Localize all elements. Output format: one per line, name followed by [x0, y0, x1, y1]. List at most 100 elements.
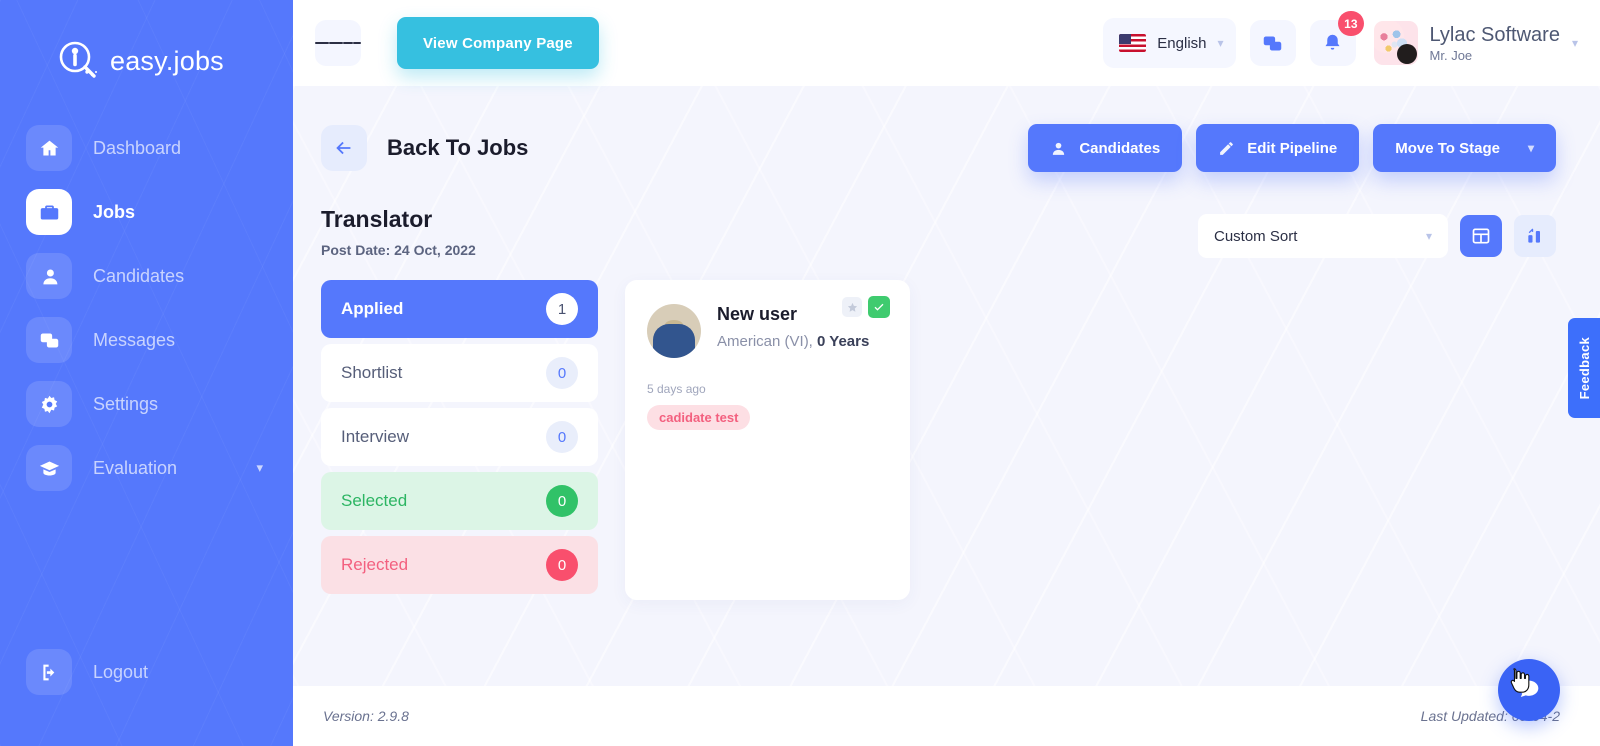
stage-shortlist[interactable]: Shortlist 0 — [321, 344, 598, 402]
grid-view-button[interactable] — [1460, 215, 1502, 257]
candidate-experience: 0 Years — [817, 333, 870, 350]
button-label: Move To Stage — [1395, 139, 1500, 157]
topbar-right: English ▾ 13 Lylac Software Mr. Joe ▾ — [1103, 11, 1578, 68]
user-icon — [1053, 142, 1065, 155]
chat-fab-button[interactable] — [1498, 659, 1560, 721]
stage-label: Interview — [341, 427, 410, 446]
logout-section: Logout — [0, 640, 293, 746]
arrow-left-icon — [336, 141, 351, 155]
stage-selected[interactable]: Selected 0 — [321, 472, 598, 530]
sidebar-item-jobs[interactable]: Jobs — [0, 180, 293, 244]
stage-label: Applied — [341, 299, 404, 318]
job-post-date: Post Date: 24 Oct, 2022 — [321, 242, 476, 258]
candidate-meta: American (VI), 0 Years — [717, 333, 869, 350]
candidates-button[interactable]: Candidates — [1028, 124, 1183, 172]
stage-count: 0 — [546, 357, 578, 389]
move-to-stage-button[interactable]: Move To Stage ▾ — [1373, 124, 1556, 172]
home-icon — [26, 125, 72, 171]
sidebar: easy.jobs Dashboard Jobs Candidates Mess… — [0, 0, 293, 746]
button-label: Edit Pipeline — [1247, 139, 1338, 157]
stage-label: Shortlist — [341, 363, 403, 382]
sidebar-item-settings[interactable]: Settings — [0, 372, 293, 436]
briefcase-icon — [26, 189, 72, 235]
stage-list: Applied 1 Shortlist 0 Interview 0 Select… — [321, 280, 598, 600]
stage-count: 1 — [546, 293, 578, 325]
sort-select[interactable]: Custom Sort ▾ — [1198, 214, 1448, 258]
profile-company: Lylac Software — [1429, 23, 1560, 46]
brand-name: easy.jobs — [110, 45, 224, 76]
stage-label: Selected — [341, 491, 408, 510]
chevron-down-icon[interactable]: ▾ — [256, 460, 263, 476]
check-icon[interactable] — [868, 296, 890, 318]
chart-view-icon — [1528, 228, 1540, 243]
hamburger-icon[interactable] — [315, 20, 361, 66]
edit-pipeline-button[interactable]: Edit Pipeline — [1196, 124, 1360, 172]
sidebar-label: Settings — [93, 393, 159, 414]
stage-count: 0 — [546, 421, 578, 453]
page-header: Back To Jobs Candidates Edit Pipeline Mo… — [321, 124, 1556, 172]
sidebar-label: Logout — [93, 661, 149, 682]
job-title: Translator — [321, 206, 433, 232]
pencil-icon — [1220, 141, 1234, 155]
candidate-tag: cadidate test — [647, 405, 751, 430]
chevron-down-icon: ▾ — [1217, 36, 1224, 50]
content: Back To Jobs Candidates Edit Pipeline Mo… — [293, 86, 1600, 686]
profile-text: Lylac Software Mr. Joe — [1430, 24, 1560, 63]
stage-interview[interactable]: Interview 0 — [321, 408, 598, 466]
feedback-tab[interactable]: Feedback — [1568, 318, 1600, 418]
candidate-card[interactable]: New user American (VI), 0 Years 5 days a… — [625, 280, 910, 600]
sidebar-item-candidates[interactable]: Candidates — [0, 244, 293, 308]
messages-button[interactable] — [1249, 20, 1296, 66]
language-label: English — [1157, 34, 1207, 52]
candidate-time: 5 days ago — [647, 382, 706, 396]
us-flag-icon — [1119, 34, 1147, 52]
sidebar-label: Evaluation — [93, 457, 178, 478]
graduation-cap-icon — [26, 445, 72, 491]
chevron-down-icon: ▾ — [1527, 141, 1534, 155]
chat-icon — [26, 317, 72, 363]
candidate-card-actions — [842, 296, 890, 318]
version-text: Version: 2.9.8 — [323, 708, 409, 724]
sidebar-label: Candidates — [93, 265, 185, 286]
chart-view-button[interactable] — [1514, 215, 1556, 257]
avatar — [647, 304, 701, 358]
avatar — [1373, 21, 1418, 65]
chat-bubbles-icon — [1263, 36, 1282, 50]
sidebar-item-evaluation[interactable]: Evaluation ▾ — [0, 436, 293, 500]
stage-count: 0 — [546, 485, 578, 517]
notifications-button[interactable]: 13 — [1309, 11, 1364, 66]
pipeline-board: Applied 1 Shortlist 0 Interview 0 Select… — [321, 280, 1556, 600]
grid-view-icon — [1472, 228, 1490, 244]
job-header: Translator Post Date: 24 Oct, 2022 Custo… — [321, 206, 1556, 258]
logout-icon — [26, 649, 72, 695]
back-to-jobs-button[interactable] — [321, 125, 367, 171]
sort-controls: Custom Sort ▾ — [1198, 214, 1556, 258]
sidebar-item-messages[interactable]: Messages — [0, 308, 293, 372]
main-area: View Company Page English ▾ 13 Lylac Sof… — [293, 0, 1600, 746]
page-title: Back To Jobs — [387, 135, 529, 160]
sidebar-nav: Dashboard Jobs Candidates Messages Setti… — [0, 116, 293, 500]
sort-value: Custom Sort — [1214, 227, 1298, 245]
sidebar-item-dashboard[interactable]: Dashboard — [0, 116, 293, 180]
notification-badge: 13 — [1338, 11, 1364, 36]
chevron-down-icon[interactable]: ▾ — [1572, 36, 1578, 50]
language-selector[interactable]: English ▾ — [1103, 18, 1236, 68]
sidebar-item-logout[interactable]: Logout — [0, 640, 293, 704]
stage-count: 0 — [546, 549, 578, 581]
profile-menu[interactable]: Lylac Software Mr. Joe ▾ — [1370, 21, 1578, 65]
star-icon[interactable] — [842, 297, 862, 317]
stage-label: Rejected — [341, 555, 409, 574]
stage-applied[interactable]: Applied 1 — [321, 280, 598, 338]
footer: Version: 2.9.8 Last Updated: 09-04-2 — [293, 686, 1600, 746]
brand[interactable]: easy.jobs — [0, 0, 293, 96]
topbar: View Company Page English ▾ 13 Lylac Sof… — [293, 0, 1600, 86]
sidebar-label: Messages — [93, 329, 176, 350]
view-company-page-button[interactable]: View Company Page — [397, 17, 599, 69]
user-icon — [26, 253, 72, 299]
gear-icon — [26, 381, 72, 427]
header-actions: Candidates Edit Pipeline Move To Stage ▾ — [1028, 124, 1556, 172]
candidate-nationality: American (VI), — [717, 333, 818, 350]
magnifier-person-icon — [56, 39, 100, 83]
stage-rejected[interactable]: Rejected 0 — [321, 536, 598, 594]
bell-icon — [1325, 34, 1340, 50]
